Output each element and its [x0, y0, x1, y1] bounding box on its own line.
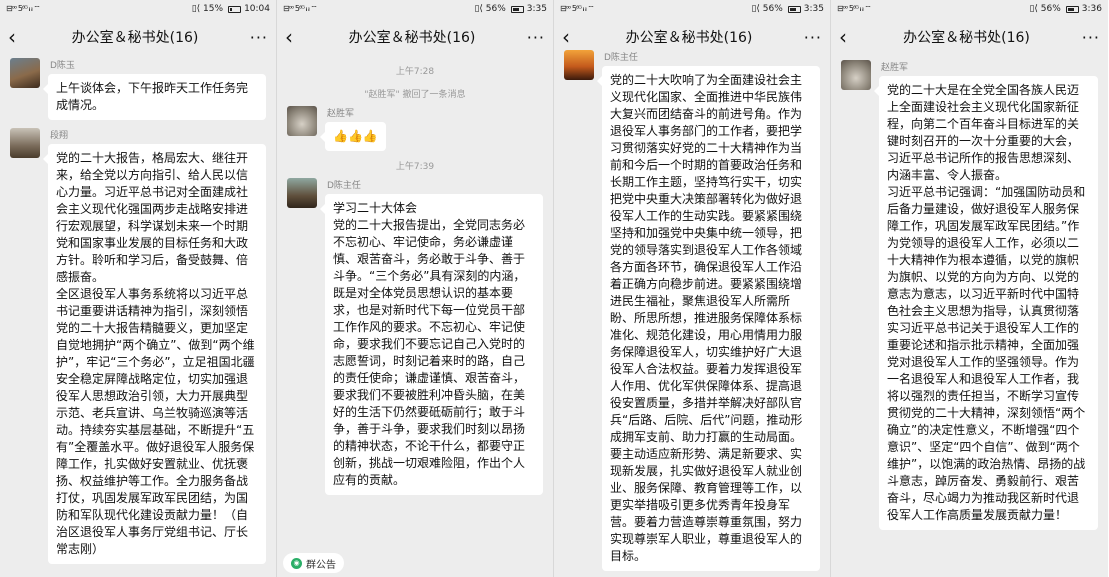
message-list[interactable]: 上午7:28 "赵胜军" 撤回了一条消息 赵胜军 👍👍👍 上午7:39 D陈主任… [277, 56, 553, 577]
back-icon[interactable]: ‹ [839, 27, 855, 47]
battery-icon [787, 5, 801, 13]
sender-name: 赵胜军 [327, 109, 355, 119]
more-icon[interactable]: ··· [800, 28, 822, 47]
sender-name: 段翔 [50, 131, 69, 141]
chat-title: 办公室＆秘书处(16) [71, 30, 199, 46]
signal-icon: ⊟ᵒᵒ 5⁶ᴳ ᵢₗ ᵢₗ ⌔ [560, 4, 595, 13]
message: 段翔 党的二十大报告，格局宏大、继往开来，给全党以方向指引、给人民以信心力量。习… [10, 128, 266, 564]
back-icon[interactable]: ‹ [8, 27, 24, 47]
avatar[interactable] [564, 50, 594, 80]
message: D陈玉 上午谈体会，下午报昨天工作任务完成情况。 [10, 58, 266, 120]
signal-icon: ⊟ᵒᵒ 5⁶ᴳ ᵢₗ ᵢₗ ⌔ [6, 4, 41, 13]
screenshot-collage: ⊟ᵒᵒ 5⁶ᴳ ᵢₗ ᵢₗ ⌔ ▯⟨ 15% 10:04 ‹ 办公室＆秘书处(1… [0, 0, 1109, 577]
sender-name: 赵胜军 [881, 63, 909, 73]
status-bar: ⊟ᵒᵒ 5⁶ᴳ ᵢₗ ᵢₗ ⌔ ▯⟨ 15% 10:04 [0, 0, 276, 18]
message: D陈主任 学习二十大体会 党的二十大报告提出，全党同志务必不忘初心、牢记使命，务… [287, 178, 543, 495]
message-bubble[interactable]: 上午谈体会，下午报昨天工作任务完成情况。 [43, 74, 266, 120]
message-bubble[interactable]: 学习二十大体会 党的二十大报告提出，全党同志务必不忘初心、牢记使命，务必谦虚谨慎… [320, 194, 543, 495]
clock: 3:35 [803, 4, 824, 14]
signal-icon: ⊟ᵒᵒ 5⁶ᴳ ᵢₗ ᵢₗ ⌔ [283, 4, 318, 13]
battery-percent: ▯⟨ 56% [474, 4, 506, 14]
clock: 3:35 [526, 4, 547, 14]
battery-icon [1065, 5, 1079, 13]
recall-notice: "赵胜军" 撤回了一条消息 [364, 90, 466, 100]
message-bubble[interactable]: 党的二十大是在全党全国各族人民迈上全面建设社会主义现代化国家新征程，向第二个百年… [874, 76, 1098, 530]
battery-percent: ▯⟨ 15% [191, 4, 224, 14]
phone-screen-4: ⊟ᵒᵒ 5⁶ᴳ ᵢₗ ᵢₗ ⌔ ▯⟨ 56% 3:36 ‹ 办公室＆秘书处(16… [831, 0, 1108, 577]
sender-name: D陈主任 [604, 53, 638, 63]
more-icon[interactable]: ··· [523, 28, 545, 47]
chat-header: ‹ 办公室＆秘书处(16) ··· [831, 18, 1108, 56]
phone-screen-3: ⊟ᵒᵒ 5⁶ᴳ ᵢₗ ᵢₗ ⌔ ▯⟨ 56% 3:35 ‹ 办公室＆秘书处(16… [554, 0, 831, 577]
message-list[interactable]: D陈主任 党的二十大吹响了为全面建设社会主义现代化国家、全面推进中华民族伟大复兴… [554, 50, 830, 577]
sender-name: D陈玉 [50, 61, 75, 71]
chat-title: 办公室＆秘书处(16) [903, 30, 1030, 46]
status-bar: ⊟ᵒᵒ 5⁶ᴳ ᵢₗ ᵢₗ ⌔ ▯⟨ 56% 3:35 [554, 0, 830, 18]
group-notice-label: 群公告 [306, 559, 336, 571]
status-bar: ⊟ᵒᵒ 5⁶ᴳ ᵢₗ ᵢₗ ⌔ ▯⟨ 56% 3:36 [831, 0, 1108, 18]
message: D陈主任 党的二十大吹响了为全面建设社会主义现代化国家、全面推进中华民族伟大复兴… [564, 50, 820, 571]
message: 赵胜军 党的二十大是在全党全国各族人民迈上全面建设社会主义现代化国家新征程，向第… [841, 60, 1098, 530]
timestamp: 上午7:28 [395, 67, 435, 77]
more-icon[interactable]: ··· [246, 28, 268, 47]
battery-percent: ▯⟨ 56% [1029, 4, 1061, 14]
message: 赵胜军 👍👍👍 [287, 106, 543, 151]
message-bubble[interactable]: 👍👍👍 [320, 122, 386, 151]
status-bar: ⊟ᵒᵒ 5⁶ᴳ ᵢₗ ᵢₗ ⌔ ▯⟨ 56% 3:35 [277, 0, 553, 18]
phone-screen-2: ⊟ᵒᵒ 5⁶ᴳ ᵢₗ ᵢₗ ⌔ ▯⟨ 56% 3:35 ‹ 办公室＆秘书处(16… [277, 0, 554, 577]
message-bubble[interactable]: 党的二十大报告，格局宏大、继往开来，给全党以方向指引、给人民以信心力量。习近平总… [43, 144, 266, 564]
signal-icon: ⊟ᵒᵒ 5⁶ᴳ ᵢₗ ᵢₗ ⌔ [837, 4, 872, 13]
battery-icon [510, 5, 524, 13]
phone-screen-1: ⊟ᵒᵒ 5⁶ᴳ ᵢₗ ᵢₗ ⌔ ▯⟨ 15% 10:04 ‹ 办公室＆秘书处(1… [0, 0, 277, 577]
chat-title: 办公室＆秘书处(16) [625, 30, 753, 46]
chat-header: ‹ 办公室＆秘书处(16) ··· [0, 18, 276, 56]
sender-name: D陈主任 [327, 181, 361, 191]
more-icon[interactable]: ··· [1078, 28, 1100, 47]
group-notice-button[interactable]: ◉ 群公告 [283, 553, 344, 573]
clock: 3:36 [1081, 4, 1102, 14]
avatar[interactable] [10, 58, 40, 88]
message-bubble[interactable]: 党的二十大吹响了为全面建设社会主义现代化国家、全面推进中华民族伟大复兴而团结奋斗… [597, 66, 820, 571]
avatar[interactable] [287, 106, 317, 136]
avatar[interactable] [10, 128, 40, 158]
back-icon[interactable]: ‹ [285, 27, 301, 47]
megaphone-icon: ◉ [291, 557, 302, 569]
timestamp: 上午7:39 [395, 162, 435, 172]
battery-icon [228, 5, 242, 13]
battery-percent: ▯⟨ 56% [751, 4, 783, 14]
chat-title: 办公室＆秘书处(16) [348, 30, 476, 46]
back-icon[interactable]: ‹ [562, 27, 578, 47]
avatar[interactable] [841, 60, 871, 90]
message-list[interactable]: 赵胜军 党的二十大是在全党全国各族人民迈上全面建设社会主义现代化国家新征程，向第… [831, 60, 1108, 577]
chat-header: ‹ 办公室＆秘书处(16) ··· [277, 18, 553, 56]
clock: 10:04 [244, 4, 270, 14]
avatar[interactable] [287, 178, 317, 208]
message-list[interactable]: D陈玉 上午谈体会，下午报昨天工作任务完成情况。 段翔 党的二十大报告，格局宏大… [0, 56, 276, 577]
